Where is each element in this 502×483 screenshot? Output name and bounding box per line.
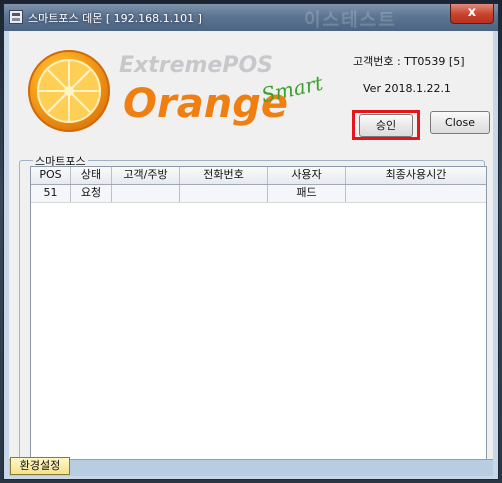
cell-user: 패드	[268, 185, 346, 202]
approve-highlight: 승인	[352, 110, 420, 140]
window-close-button[interactable]: x	[450, 4, 494, 24]
close-button[interactable]: Close	[430, 111, 490, 134]
column-header-status[interactable]: 상태	[71, 167, 112, 184]
version-label: Ver 2018.1.22.1	[363, 82, 451, 95]
orange-logo-icon	[28, 50, 110, 132]
column-header-pos[interactable]: POS	[31, 167, 71, 184]
settings-button[interactable]: 환경설정	[10, 457, 70, 475]
column-header-customer-kitchen[interactable]: 고객/주방	[112, 167, 180, 184]
window-title: 스마트포스 데몬 [ 192.168.1.101 ]	[28, 12, 202, 25]
logo-extremepos-text: ExtremePOS	[119, 53, 274, 78]
cell-phone	[180, 185, 268, 202]
column-header-phone[interactable]: 전화번호	[180, 167, 268, 184]
cell-status: 요청	[71, 185, 112, 202]
app-window: 스마트포스 데몬 [ 192.168.1.101 ] 이스테스트 x Extre…	[3, 3, 499, 480]
title-bar[interactable]: 스마트포스 데몬 [ 192.168.1.101 ] 이스테스트 x	[4, 4, 498, 31]
app-icon	[9, 10, 23, 24]
title-backdrop-text: 이스테스트	[304, 10, 397, 31]
status-bar	[9, 459, 493, 476]
customer-number: 고객번호 : TT0539 [5]	[353, 55, 465, 68]
column-header-last-used[interactable]: 최종사용시간	[346, 167, 486, 184]
approve-button[interactable]: 승인	[359, 114, 413, 137]
table-row[interactable]: 51 요청 패드	[31, 185, 486, 203]
main-panel: ExtremePOS Orange Smart 고객번호 : TT0539 [5…	[9, 31, 493, 475]
table-header: POS 상태 고객/주방 전화번호 사용자 최종사용시간	[31, 167, 486, 185]
cell-pos: 51	[31, 185, 71, 202]
cell-last-used	[346, 185, 486, 202]
column-header-user[interactable]: 사용자	[268, 167, 346, 184]
cell-customer-kitchen	[112, 185, 180, 202]
device-table[interactable]: POS 상태 고객/주방 전화번호 사용자 최종사용시간 51 요청 패드	[30, 166, 487, 461]
close-icon: x	[467, 5, 477, 20]
